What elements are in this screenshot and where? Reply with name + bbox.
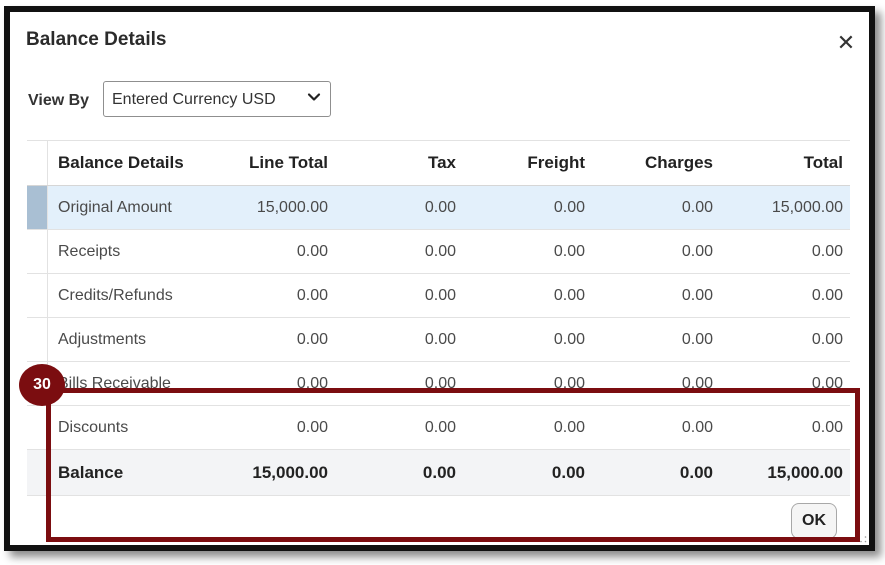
balance-label: Balance	[58, 462, 124, 482]
balance-total: 15,000.00	[767, 462, 843, 482]
view-by-select[interactable]: Entered Currency USD	[103, 81, 331, 117]
tax-cell: 0.00	[424, 198, 456, 216]
total-cell: 0.00	[811, 286, 843, 304]
charges-cell: 0.00	[681, 330, 713, 348]
total-cell: 0.00	[811, 330, 843, 348]
tax-cell: 0.00	[424, 330, 456, 348]
column-header-total[interactable]: Total	[742, 141, 843, 185]
charges-cell: 0.00	[681, 286, 713, 304]
column-header-balance-details[interactable]: Balance Details	[58, 141, 218, 185]
total-cell: 0.00	[811, 418, 843, 436]
table-row-bills-receivable[interactable]: Bills Receivable 0.00 0.00 0.00 0.00 0.0…	[27, 362, 850, 406]
table-row-credits-refunds[interactable]: Credits/Refunds 0.00 0.00 0.00 0.00 0.00	[27, 274, 850, 318]
freight-cell: 0.00	[553, 374, 585, 392]
line-total-cell: 0.00	[296, 418, 328, 436]
line-total-cell: 0.00	[296, 330, 328, 348]
line-total-cell: 0.00	[296, 242, 328, 260]
close-icon[interactable]: ✕	[835, 32, 857, 54]
freight-cell: 0.00	[553, 198, 585, 216]
dialog-title: Balance Details	[26, 29, 167, 50]
dialog-title-bar: Balance Details ✕	[10, 12, 869, 60]
ok-button[interactable]: OK	[791, 503, 837, 539]
column-header-charges[interactable]: Charges	[615, 141, 713, 185]
total-cell: 15,000.00	[771, 198, 843, 216]
row-selector[interactable]	[27, 186, 48, 229]
line-total-cell: 0.00	[296, 286, 328, 304]
table-row-receipts[interactable]: Receipts 0.00 0.00 0.00 0.00 0.00	[27, 230, 850, 274]
charges-cell: 0.00	[681, 418, 713, 436]
column-header-tax[interactable]: Tax	[357, 141, 456, 185]
row-label: Discounts	[58, 418, 129, 436]
tax-cell: 0.00	[424, 418, 456, 436]
callout-number-badge: 30	[19, 364, 65, 406]
tax-cell: 0.00	[424, 242, 456, 260]
charges-cell: 0.00	[681, 374, 713, 392]
row-label: Bills Receivable	[58, 374, 171, 392]
table-row-balance-total: Balance 15,000.00 0.00 0.00 0.00 15,000.…	[27, 450, 850, 496]
table-row-original-amount[interactable]: Original Amount 15,000.00 0.00 0.00 0.00…	[27, 186, 850, 230]
balance-details-dialog: Balance Details ✕ View By Entered Curren…	[4, 6, 875, 551]
total-cell: 0.00	[811, 242, 843, 260]
row-label: Original Amount	[58, 198, 172, 216]
row-selector[interactable]	[27, 274, 48, 317]
freight-cell: 0.00	[553, 418, 585, 436]
table-row-discounts[interactable]: Discounts 0.00 0.00 0.00 0.00 0.00	[27, 406, 850, 450]
row-gutter	[27, 450, 48, 495]
tax-cell: 0.00	[424, 286, 456, 304]
freight-cell: 0.00	[553, 330, 585, 348]
row-label: Adjustments	[58, 330, 147, 348]
balance-table: Balance Details Line Total Tax Freight C…	[27, 140, 850, 496]
balance-charges: 0.00	[679, 462, 713, 482]
resize-grip-icon[interactable]	[859, 535, 867, 543]
freight-cell: 0.00	[553, 242, 585, 260]
chevron-down-icon	[307, 93, 321, 101]
view-by-label: View By	[28, 92, 90, 109]
charges-cell: 0.00	[681, 198, 713, 216]
row-gutter	[27, 141, 48, 185]
charges-cell: 0.00	[681, 242, 713, 260]
column-header-line-total[interactable]: Line Total	[222, 141, 328, 185]
balance-tax: 0.00	[422, 462, 456, 482]
table-header-row: Balance Details Line Total Tax Freight C…	[27, 140, 850, 186]
line-total-cell: 15,000.00	[256, 198, 328, 216]
view-by-selected-value: Entered Currency USD	[112, 91, 276, 108]
balance-freight: 0.00	[551, 462, 585, 482]
row-selector[interactable]	[27, 230, 48, 273]
line-total-cell: 0.00	[296, 374, 328, 392]
total-cell: 0.00	[811, 374, 843, 392]
column-header-freight[interactable]: Freight	[487, 141, 585, 185]
table-row-adjustments[interactable]: Adjustments 0.00 0.00 0.00 0.00 0.00	[27, 318, 850, 362]
tax-cell: 0.00	[424, 374, 456, 392]
balance-line-total: 15,000.00	[252, 462, 328, 482]
row-selector[interactable]	[27, 318, 48, 361]
row-selector[interactable]	[27, 406, 48, 449]
row-label: Receipts	[58, 242, 121, 260]
row-label: Credits/Refunds	[58, 286, 173, 304]
freight-cell: 0.00	[553, 286, 585, 304]
